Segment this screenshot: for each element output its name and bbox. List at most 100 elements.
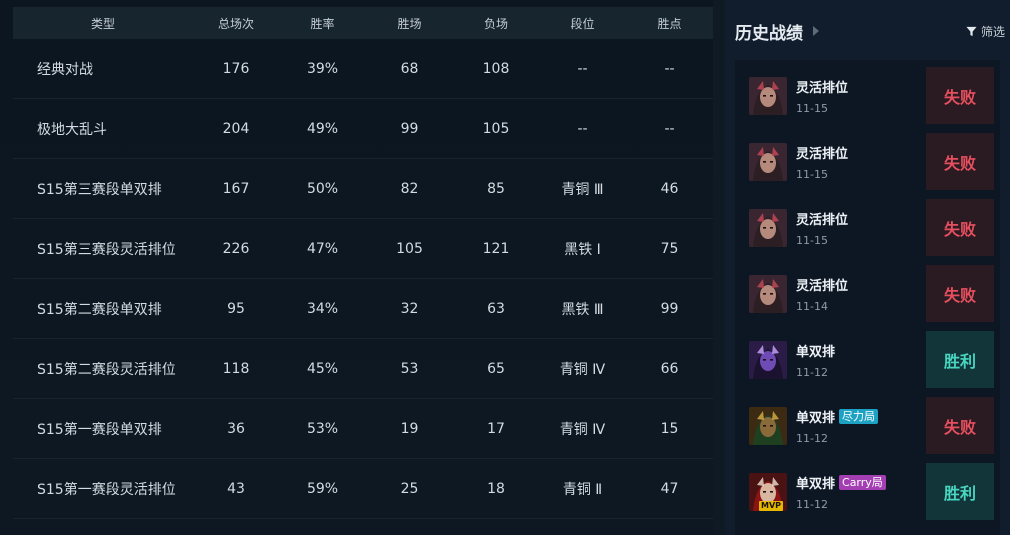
match-info: 灵活排位 11-14	[796, 275, 926, 313]
cell-winrate: 50%	[306, 180, 339, 197]
champion-avatar-icon	[749, 274, 787, 313]
match-mode-line: 灵活排位	[796, 143, 926, 162]
match-card[interactable]: MVP 单双排 Carry局 11-12 胜利	[741, 463, 994, 520]
cell-losses: 121	[482, 240, 510, 257]
match-tag-badge: Carry局	[839, 474, 886, 490]
cell-losses: 108	[482, 60, 510, 77]
cell-total: 43	[227, 480, 245, 497]
match-mode: 单双排	[796, 410, 836, 426]
cell-type: S15第三赛段灵活排位	[37, 241, 176, 258]
match-mode: 单双排	[796, 476, 836, 492]
cell-type: S15第三赛段单双排	[37, 181, 162, 198]
champion-avatar-icon	[749, 142, 787, 181]
cell-type: S15第一赛段单双排	[37, 421, 162, 438]
match-date: 11-15	[796, 101, 828, 115]
chevron-right-icon[interactable]	[813, 26, 819, 36]
match-mode-line: 灵活排位	[796, 77, 926, 96]
cell-type: S15第二赛段单双排	[37, 301, 162, 318]
match-card[interactable]: 灵活排位 11-15 失败	[741, 133, 994, 190]
champion-avatar-icon	[749, 76, 787, 115]
cell-winrate: 53%	[306, 420, 339, 437]
match-info: 灵活排位 11-15	[796, 77, 926, 115]
match-mode-line: 单双排 Carry局	[796, 473, 926, 492]
panel-divider	[713, 0, 725, 535]
match-date: 11-12	[796, 365, 828, 379]
match-date: 11-15	[796, 233, 828, 247]
cell-winrate: 34%	[306, 300, 339, 317]
stats-table-header: 类型 总场次 胜率 胜场 负场 段位 胜点	[13, 7, 713, 39]
match-info: 单双排 尽力局 11-12	[796, 407, 926, 445]
table-row: S15第二赛段灵活排位 118 45% 53 65 青铜 Ⅳ 66	[13, 339, 713, 399]
filter-button[interactable]: 筛选	[966, 23, 1005, 40]
cell-winrate: 59%	[306, 480, 339, 497]
header-lp: 胜点	[657, 16, 682, 31]
match-info: 单双排 11-12	[796, 341, 926, 379]
champion-avatar-icon: MVP	[749, 472, 787, 511]
match-date: 11-12	[796, 431, 828, 445]
filter-label: 筛选	[980, 24, 1005, 39]
match-mode: 灵活排位	[796, 80, 849, 96]
match-mode: 灵活排位	[796, 278, 849, 294]
match-result: 失败	[926, 67, 994, 124]
match-mode-line: 单双排	[796, 341, 926, 360]
history-panel: 历史战绩 筛选 灵活排位 11-15 失败 灵活排位 11-15 失败 灵活排位 11-15 失…	[725, 0, 1010, 535]
cell-lp: 46	[660, 180, 679, 197]
cell-winrate: 47%	[306, 240, 339, 257]
cell-type: S15第二赛段灵活排位	[37, 361, 176, 378]
match-mode: 灵活排位	[796, 146, 849, 162]
cell-losses: 18	[487, 480, 505, 497]
table-row: S15第一赛段灵活排位 43 59% 25 18 青铜 Ⅱ 47	[13, 459, 713, 519]
header-winrate: 胜率	[310, 16, 335, 31]
cell-tier: --	[577, 60, 588, 77]
cell-lp: --	[664, 120, 675, 137]
table-row: 经典对战 176 39% 68 108 -- --	[13, 39, 713, 99]
history-header: 历史战绩 筛选	[735, 19, 1005, 44]
match-card[interactable]: 灵活排位 11-15 失败	[741, 199, 994, 256]
cell-total: 95	[227, 300, 245, 317]
match-card[interactable]: 灵活排位 11-15 失败	[741, 67, 994, 124]
match-card[interactable]: 单双排 11-12 胜利	[741, 331, 994, 388]
cell-tier: 青铜 Ⅳ	[559, 421, 606, 438]
cell-total: 36	[227, 420, 245, 437]
cell-tier: 黑铁 Ⅰ	[564, 241, 601, 258]
stats-table-body: 经典对战 176 39% 68 108 -- -- 极地大乱斗 204 49% 99 105 -- -- S…	[13, 39, 713, 519]
cell-losses: 63	[487, 300, 505, 317]
match-date: 11-15	[796, 167, 828, 181]
cell-losses: 65	[487, 360, 505, 377]
cell-total: 167	[222, 180, 250, 197]
match-info: 灵活排位 11-15	[796, 209, 926, 247]
table-row: S15第三赛段灵活排位 226 47% 105 121 黑铁 Ⅰ 75	[13, 219, 713, 279]
match-date: 11-12	[796, 497, 828, 511]
stats-panel: 类型 总场次 胜率 胜场 负场 段位 胜点 经典对战 176 39% 68 108 -- -…	[0, 0, 725, 535]
match-mode-line: 灵活排位	[796, 209, 926, 228]
header-type: 类型	[90, 16, 115, 31]
champion-avatar-icon	[749, 340, 787, 379]
cell-wins: 19	[400, 420, 419, 437]
table-row: S15第一赛段单双排 36 53% 19 17 青铜 Ⅳ 15	[13, 399, 713, 459]
cell-lp: 66	[660, 360, 679, 377]
header-losses: 负场	[483, 16, 508, 31]
cell-winrate: 49%	[306, 120, 339, 137]
table-row: S15第三赛段单双排 167 50% 82 85 青铜 Ⅲ 46	[13, 159, 713, 219]
cell-winrate: 45%	[306, 360, 339, 377]
match-card[interactable]: 灵活排位 11-14 失败	[741, 265, 994, 322]
cell-type: 经典对战	[37, 61, 93, 78]
cell-wins: 32	[400, 300, 419, 317]
cell-lp: 75	[660, 240, 679, 257]
cell-wins: 53	[400, 360, 419, 377]
cell-tier: 青铜 Ⅲ	[561, 181, 604, 198]
cell-tier: 青铜 Ⅱ	[562, 481, 603, 498]
table-row: S15第二赛段单双排 95 34% 32 63 黑铁 Ⅲ 99	[13, 279, 713, 339]
match-tag-badge: 尽力局	[839, 408, 879, 424]
match-result: 胜利	[926, 463, 994, 520]
match-mode-line: 灵活排位	[796, 275, 926, 294]
cell-tier: 青铜 Ⅳ	[559, 361, 606, 378]
match-result: 失败	[926, 199, 994, 256]
cell-losses: 105	[482, 120, 510, 137]
match-result: 失败	[926, 133, 994, 190]
stats-table: 类型 总场次 胜率 胜场 负场 段位 胜点 经典对战 176 39% 68 108 -- -…	[13, 7, 713, 519]
cell-wins: 82	[400, 180, 419, 197]
match-card[interactable]: 单双排 尽力局 11-12 失败	[741, 397, 994, 454]
match-date: 11-14	[796, 299, 828, 313]
champion-avatar-icon	[749, 406, 787, 445]
